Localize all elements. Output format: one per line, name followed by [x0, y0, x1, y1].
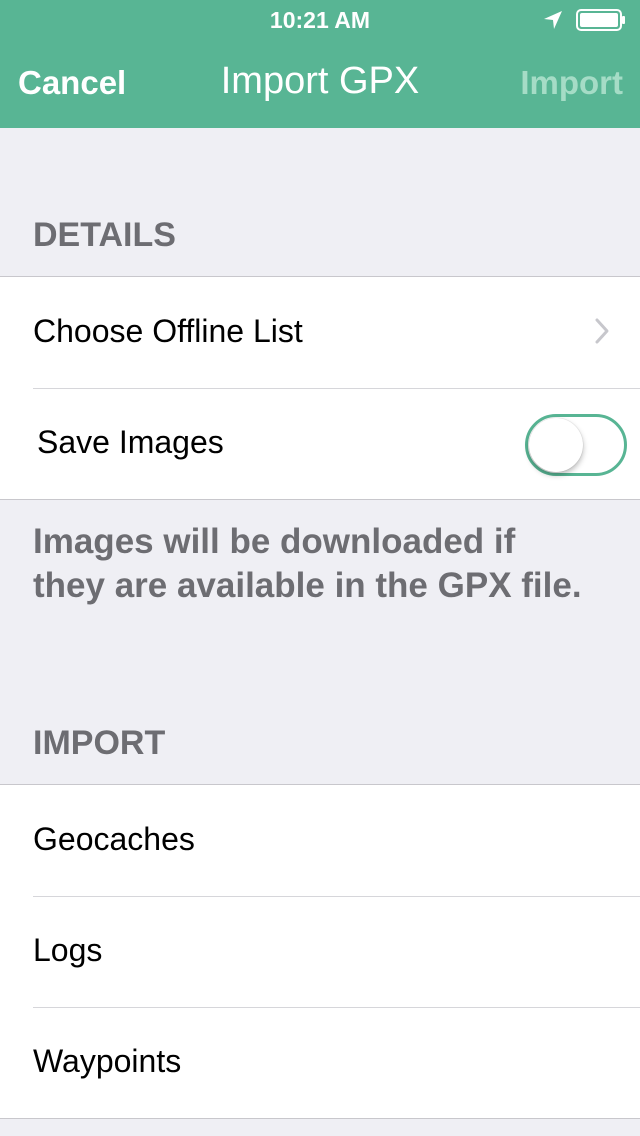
- import-item-logs[interactable]: Logs: [0, 896, 640, 1007]
- save-images-footer-note: Images will be downloaded if they are av…: [33, 522, 582, 605]
- import-section-header: IMPORT: [33, 724, 166, 762]
- save-images-toggle[interactable]: [525, 414, 627, 476]
- list-item-label: Geocaches: [33, 821, 195, 857]
- details-section-header: DETAILS: [33, 216, 176, 254]
- list-item-label: Waypoints: [33, 1043, 182, 1079]
- list-item-label: Logs: [33, 932, 103, 968]
- save-images-row: Save Images: [0, 388, 640, 499]
- header: 10:21 AM Cancel Import GPX Import: [0, 0, 640, 128]
- chevron-right-icon: [595, 318, 609, 344]
- nav-bar: Cancel Import GPX Import: [0, 40, 640, 128]
- import-group: Geocaches Logs Waypoints: [0, 784, 640, 1119]
- import-button[interactable]: Import: [520, 64, 623, 102]
- import-item-geocaches[interactable]: Geocaches: [0, 785, 640, 896]
- battery-icon: [576, 9, 625, 31]
- choose-offline-list-label: Choose Offline List: [33, 313, 303, 349]
- save-images-label: Save Images: [37, 424, 224, 460]
- choose-offline-list-row[interactable]: Choose Offline List: [0, 277, 640, 388]
- status-bar: 10:21 AM: [0, 0, 640, 40]
- location-arrow-icon: [544, 11, 562, 29]
- details-group: Choose Offline List Save Images: [0, 276, 640, 500]
- import-item-waypoints[interactable]: Waypoints: [0, 1007, 640, 1118]
- toggle-knob: [529, 418, 583, 472]
